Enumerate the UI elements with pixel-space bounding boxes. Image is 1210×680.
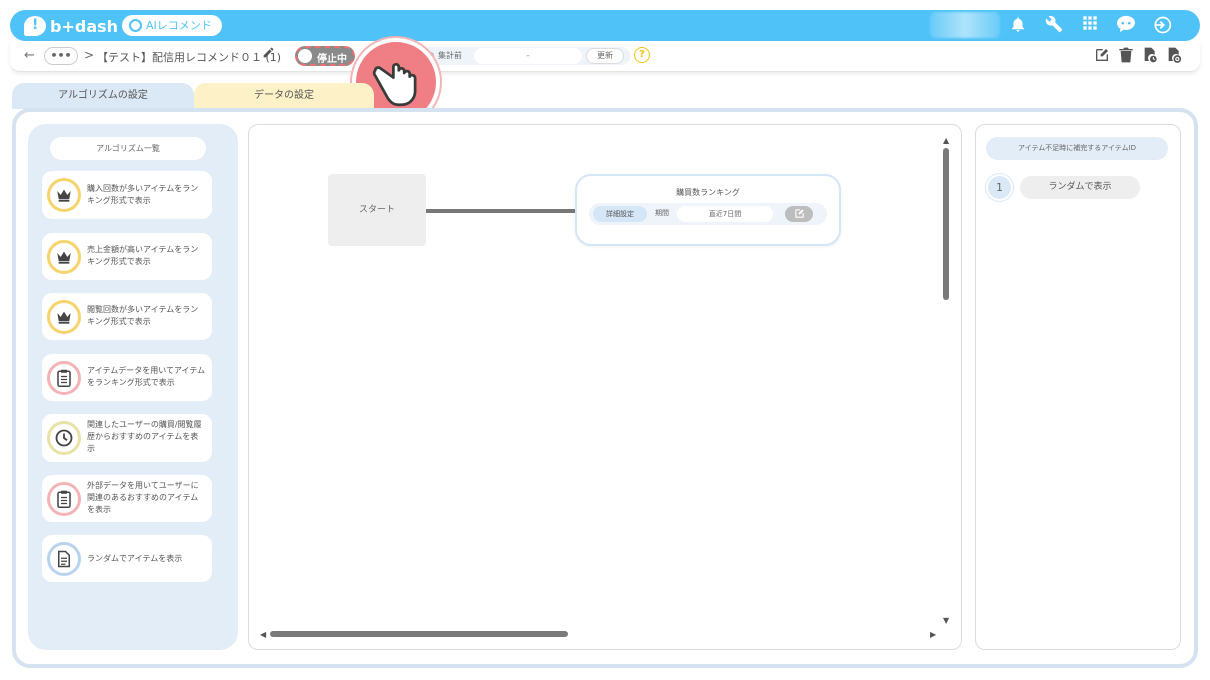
- algorithm-item-label: アイテムデータを用いてアイテムをランキング形式で表示: [87, 366, 206, 387]
- grid-icon[interactable]: [1079, 15, 1101, 37]
- fallback-item-number: 1: [986, 174, 1013, 201]
- flow-connector: [426, 209, 576, 213]
- ranking-node-settings-bar: 詳細設定 期間 直近7日間: [589, 203, 827, 225]
- purchase-ranking-node[interactable]: 購買数ランキング 詳細設定 期間 直近7日間: [575, 174, 841, 246]
- fallback-item-value[interactable]: ランダムで表示: [1020, 176, 1140, 199]
- detail-settings-button[interactable]: 詳細設定: [593, 206, 647, 222]
- crown-icon: [47, 240, 81, 274]
- document-icon: [47, 542, 81, 576]
- scroll-left-arrow-icon[interactable]: ◀: [260, 630, 266, 639]
- edit-icon[interactable]: [1093, 47, 1111, 65]
- scroll-up-arrow-icon[interactable]: ▲: [943, 136, 949, 145]
- toolbar: ← ••• > 【テスト】配信用レコメンド０１ (1) 停止中 集計前 - 更新…: [10, 41, 1200, 72]
- brand-logo[interactable]: b+dash: [24, 14, 118, 38]
- algorithm-item-related-user-history[interactable]: 関連したユーザーの購買/閲覧履歴からおすすめのアイテムを表示: [42, 414, 212, 462]
- algorithm-item-item-data-ranking[interactable]: アイテムデータを用いてアイテムをランキング形式で表示: [42, 354, 212, 401]
- algorithm-item-random[interactable]: ランダムでアイテムを表示: [42, 535, 212, 582]
- vertical-scrollbar[interactable]: [943, 148, 949, 300]
- algorithm-item-label: 外部データを用いてユーザーに関連のあるおすすめのアイテムを表示: [87, 481, 199, 514]
- edit-title-pencil-icon[interactable]: [262, 46, 275, 63]
- app-header: b+dash AIレコメンド: [10, 10, 1200, 41]
- toggle-knob: [298, 49, 312, 63]
- clock-icon: [47, 421, 81, 455]
- aggregation-status-text: 集計前: [438, 51, 462, 60]
- file-clock-icon[interactable]: [1141, 47, 1159, 65]
- algorithm-item-label: 売上金額が高いアイテムをランキング形式で表示: [87, 245, 199, 266]
- help-icon[interactable]: ?: [634, 47, 650, 63]
- algorithm-item-label: ランダムでアイテムを表示: [87, 554, 183, 563]
- logo-mark-icon: [24, 16, 46, 36]
- logo-text: b+dash: [50, 16, 119, 36]
- ai-recommend-pill[interactable]: AIレコメンド: [122, 15, 222, 36]
- start-node[interactable]: スタート: [328, 174, 426, 246]
- period-label: 期間: [655, 209, 669, 217]
- bell-icon[interactable]: [1007, 15, 1029, 37]
- algorithm-item-purchase-ranking[interactable]: 購入回数が多いアイテムをランキング形式で表示: [42, 171, 212, 219]
- breadcrumb-more-button[interactable]: •••: [44, 47, 78, 65]
- user-info-blurred[interactable]: [930, 12, 1000, 38]
- toggle-label: 停止中: [317, 54, 347, 65]
- ai-recommend-icon: [129, 19, 142, 32]
- fallback-item-header: アイテム不足時に補完するアイテムID: [986, 137, 1168, 160]
- tab-algorithm-settings[interactable]: アルゴリズムの設定: [12, 83, 194, 109]
- algorithm-list-header: アルゴリズム一覧: [50, 137, 206, 160]
- back-arrow-icon[interactable]: ←: [24, 48, 35, 63]
- aggregation-status-bar: 集計前 - 更新: [420, 47, 630, 65]
- status-toggle[interactable]: 停止中: [295, 46, 355, 66]
- horizontal-scrollbar[interactable]: [270, 631, 568, 637]
- chat-bot-icon[interactable]: [1115, 15, 1137, 37]
- file-settings-icon[interactable]: [1165, 47, 1183, 65]
- tab-data-settings[interactable]: データの設定: [194, 83, 374, 109]
- scroll-down-arrow-icon[interactable]: ▼: [943, 616, 949, 625]
- update-button[interactable]: 更新: [586, 48, 624, 64]
- clipboard-list-icon: [47, 361, 81, 395]
- algorithm-item-sales-ranking[interactable]: 売上金額が高いアイテムをランキング形式で表示: [42, 233, 212, 280]
- wrench-icon[interactable]: [1043, 15, 1065, 37]
- algorithm-item-label: 購入回数が多いアイテムをランキング形式で表示: [87, 184, 199, 205]
- algorithm-item-label: 関連したユーザーの購買/閲覧履歴からおすすめのアイテムを表示: [87, 420, 202, 453]
- ai-recommend-label: AIレコメンド: [146, 19, 212, 32]
- ranking-node-title: 購買数ランキング: [676, 188, 740, 197]
- aggregation-value: -: [474, 48, 582, 64]
- logout-icon[interactable]: [1151, 15, 1173, 37]
- fallback-item-panel: [975, 124, 1181, 650]
- breadcrumb-separator: >: [84, 48, 95, 62]
- crown-icon: [47, 178, 81, 212]
- trash-icon[interactable]: [1117, 47, 1135, 65]
- node-edit-icon[interactable]: [785, 206, 813, 222]
- algorithm-item-label: 閲覧回数が多いアイテムをランキング形式で表示: [87, 305, 199, 326]
- crown-icon: [47, 300, 81, 334]
- page-title: 【テスト】配信用レコメンド０１ (1): [97, 51, 282, 64]
- scroll-right-arrow-icon[interactable]: ▶: [930, 630, 936, 639]
- period-value[interactable]: 直近7日間: [677, 206, 773, 222]
- algorithm-item-external-data[interactable]: 外部データを用いてユーザーに関連のあるおすすめのアイテムを表示: [42, 475, 212, 522]
- clipboard-list-icon: [47, 482, 81, 516]
- algorithm-item-view-ranking[interactable]: 閲覧回数が多いアイテムをランキング形式で表示: [42, 293, 212, 340]
